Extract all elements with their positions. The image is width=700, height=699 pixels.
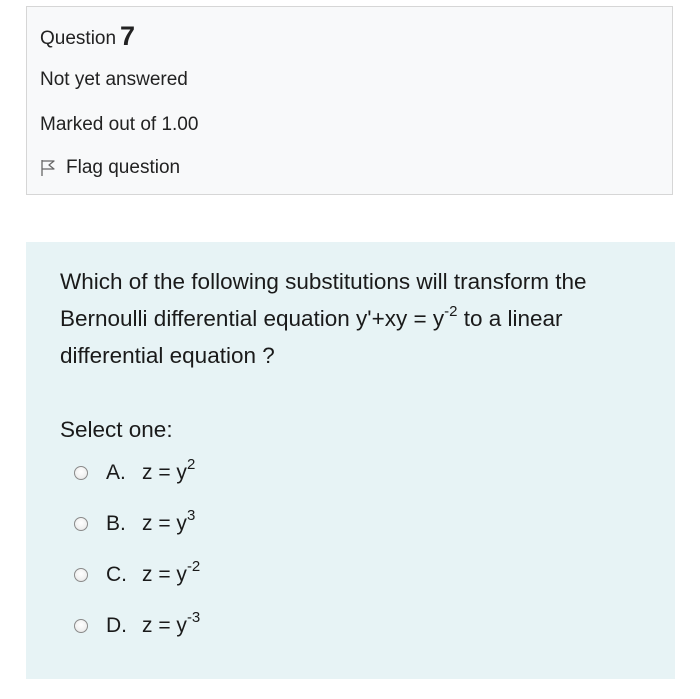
answer-option-b[interactable]: B. z = y3 (74, 508, 195, 539)
radio-button[interactable] (74, 466, 88, 480)
answer-option-a[interactable]: A. z = y2 (74, 457, 195, 488)
question-state: Not yet answered (40, 69, 188, 90)
radio-button[interactable] (74, 619, 88, 633)
radio-button[interactable] (74, 517, 88, 531)
option-letter: B. (106, 512, 126, 535)
answer-option-c[interactable]: C. z = y-2 (74, 559, 200, 590)
question-exponent: -2 (444, 302, 458, 320)
option-exponent: 3 (186, 507, 196, 524)
option-text: z = y-3 (142, 610, 200, 638)
option-base: z = y (142, 563, 187, 586)
option-text: z = y2 (142, 457, 195, 485)
answer-option-d[interactable]: D. z = y-3 (74, 610, 200, 641)
question-info-panel: Question 7 Not yet answered Marked out of… (26, 6, 673, 195)
question-label: Question (40, 28, 117, 49)
radio-button[interactable] (74, 568, 88, 582)
option-exponent: 2 (186, 456, 196, 473)
question-grade: Marked out of 1.00 (40, 114, 199, 135)
option-text: z = y3 (142, 508, 195, 536)
option-letter: C. (106, 563, 127, 586)
option-letter: A. (106, 461, 126, 484)
option-letter: D. (106, 614, 127, 637)
option-exponent: -3 (186, 609, 201, 626)
option-text: z = y-2 (142, 559, 200, 587)
question-content-panel: Which of the following substitutions wil… (26, 242, 675, 679)
flag-question-link[interactable]: Flag question (40, 157, 180, 179)
option-base: z = y (142, 614, 187, 637)
option-base: z = y (142, 461, 187, 484)
select-one-label: Select one: (60, 417, 173, 442)
option-exponent: -2 (186, 558, 201, 575)
question-text: Which of the following substitutions wil… (60, 263, 650, 374)
question-number: 7 (120, 21, 136, 51)
flag-question-label: Flag question (66, 157, 181, 178)
question-heading: Question 7 (40, 21, 135, 52)
flag-icon (41, 160, 55, 176)
option-base: z = y (142, 512, 187, 535)
